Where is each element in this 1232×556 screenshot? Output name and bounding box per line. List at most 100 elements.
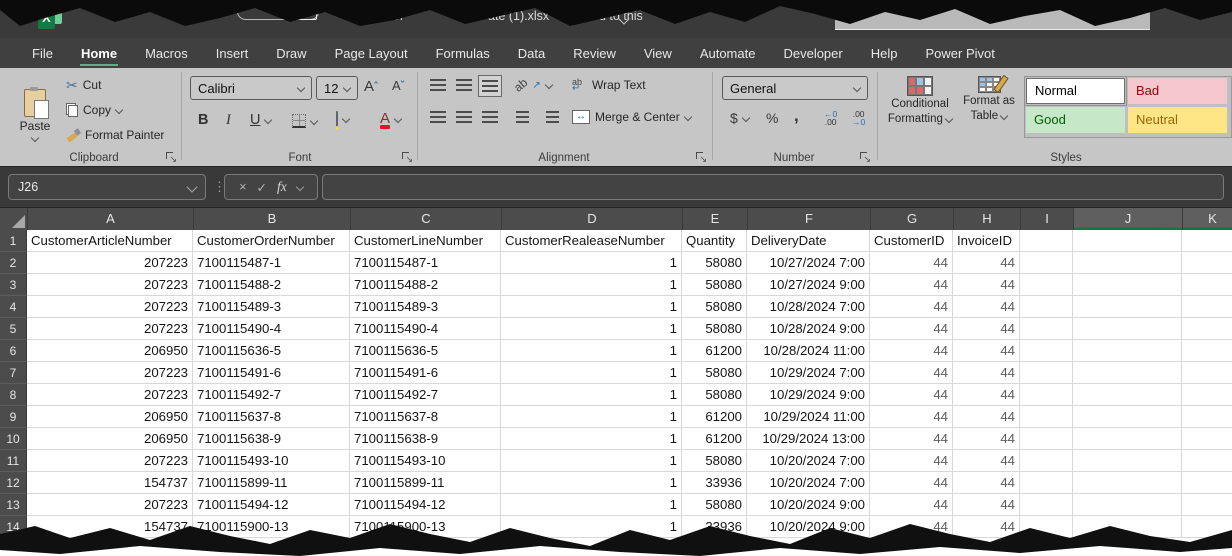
cell-D10[interactable]: 1 [501, 428, 682, 450]
cell-K11[interactable] [1182, 450, 1232, 472]
cell-K8[interactable] [1182, 384, 1232, 406]
middle-align-button[interactable] [452, 74, 476, 96]
cell-K13[interactable] [1182, 494, 1232, 516]
cell-F7[interactable]: 10/29/2024 7:00 [747, 362, 870, 384]
cell-C1[interactable]: CustomerLineNumber [350, 230, 501, 252]
column-header-G[interactable]: G [871, 208, 954, 230]
copy-button[interactable]: Copy [66, 103, 122, 117]
align-center-button[interactable] [452, 106, 476, 128]
font-size-combo[interactable]: 12 [316, 76, 358, 100]
cell-I13[interactable] [1020, 494, 1073, 516]
row-header-8[interactable]: 8 [0, 384, 27, 406]
align-left-button[interactable] [426, 106, 450, 128]
cell-I11[interactable] [1020, 450, 1073, 472]
cell-G2[interactable]: 44 [870, 252, 953, 274]
cell-K6[interactable] [1182, 340, 1232, 362]
menu-tab-draw[interactable]: Draw [262, 38, 320, 68]
cell-A6[interactable]: 206950 [27, 340, 193, 362]
font-dialog-launcher[interactable]: ↘ [402, 152, 412, 162]
cell-G5[interactable]: 44 [870, 318, 953, 340]
cell-K2[interactable] [1182, 252, 1232, 274]
cell-H10[interactable]: 44 [953, 428, 1020, 450]
cell-F13[interactable]: 10/20/2024 9:00 [747, 494, 870, 516]
cell-E3[interactable]: 58080 [682, 274, 747, 296]
menu-tab-automate[interactable]: Automate [686, 38, 770, 68]
borders-button[interactable] [292, 114, 317, 128]
bold-button[interactable]: B [198, 112, 208, 128]
cell-style-bad[interactable]: Bad [1128, 78, 1227, 104]
column-header-K[interactable]: K [1183, 208, 1232, 230]
cell-C4[interactable]: 7100115489-3 [350, 296, 501, 318]
cell-D3[interactable]: 1 [501, 274, 682, 296]
cell-C12[interactable]: 7100115899-11 [350, 472, 501, 494]
cell-D6[interactable]: 1 [501, 340, 682, 362]
cell-B4[interactable]: 7100115489-3 [193, 296, 350, 318]
number-dialog-launcher[interactable]: ↘ [860, 152, 870, 162]
percent-format-button[interactable]: % [766, 110, 778, 126]
paste-button[interactable]: Paste [12, 74, 58, 156]
clipboard-dialog-launcher[interactable]: ↘ [166, 152, 176, 162]
cell-C6[interactable]: 7100115636-5 [350, 340, 501, 362]
cell-F11[interactable]: 10/20/2024 7:00 [747, 450, 870, 472]
cell-C3[interactable]: 7100115488-2 [350, 274, 501, 296]
cell-J2[interactable] [1073, 252, 1182, 274]
cell-J13[interactable] [1073, 494, 1182, 516]
cell-A13[interactable]: 207223 [27, 494, 193, 516]
cell-E13[interactable]: 58080 [682, 494, 747, 516]
cell-E6[interactable]: 61200 [682, 340, 747, 362]
cell-A9[interactable]: 206950 [27, 406, 193, 428]
alignment-dialog-launcher[interactable]: ↘ [696, 152, 706, 162]
cell-E5[interactable]: 58080 [682, 318, 747, 340]
cut-button[interactable]: ✂ Cut [66, 78, 101, 92]
cell-H7[interactable]: 44 [953, 362, 1020, 384]
cell-G8[interactable]: 44 [870, 384, 953, 406]
cell-E8[interactable]: 58080 [682, 384, 747, 406]
cell-H1[interactable]: InvoiceID [953, 230, 1020, 252]
row-header-13[interactable]: 13 [0, 494, 27, 516]
cell-J12[interactable] [1073, 472, 1182, 494]
underline-button[interactable]: U [250, 112, 271, 128]
cell-K9[interactable] [1182, 406, 1232, 428]
cell-H8[interactable]: 44 [953, 384, 1020, 406]
menu-tab-formulas[interactable]: Formulas [422, 38, 504, 68]
cell-K5[interactable] [1182, 318, 1232, 340]
row-header-5[interactable]: 5 [0, 318, 27, 340]
cell-K12[interactable] [1182, 472, 1232, 494]
cell-A1[interactable]: CustomerArticleNumber [27, 230, 193, 252]
cell-C8[interactable]: 7100115492-7 [350, 384, 501, 406]
cell-G7[interactable]: 44 [870, 362, 953, 384]
cancel-entry-icon[interactable]: × [239, 180, 246, 194]
cell-F9[interactable]: 10/29/2024 11:00 [747, 406, 870, 428]
insert-function-icon[interactable]: fx [277, 179, 287, 195]
column-header-D[interactable]: D [502, 208, 683, 230]
cell-F12[interactable]: 10/20/2024 7:00 [747, 472, 870, 494]
cell-I3[interactable] [1020, 274, 1073, 296]
row-header-9[interactable]: 9 [0, 406, 27, 428]
cell-E2[interactable]: 58080 [682, 252, 747, 274]
cell-B9[interactable]: 7100115637-8 [193, 406, 350, 428]
cell-I5[interactable] [1020, 318, 1073, 340]
cell-D8[interactable]: 1 [501, 384, 682, 406]
cell-F6[interactable]: 10/28/2024 11:00 [747, 340, 870, 362]
row-header-11[interactable]: 11 [0, 450, 27, 472]
row-header-2[interactable]: 2 [0, 252, 27, 274]
cell-H12[interactable]: 44 [953, 472, 1020, 494]
wrap-text-button[interactable]: ab↵ Wrap Text [572, 78, 646, 92]
cell-B5[interactable]: 7100115490-4 [193, 318, 350, 340]
cell-G3[interactable]: 44 [870, 274, 953, 296]
cell-I2[interactable] [1020, 252, 1073, 274]
comma-format-button[interactable]: , [794, 106, 799, 126]
cell-F2[interactable]: 10/27/2024 7:00 [747, 252, 870, 274]
fill-color-button[interactable] [336, 112, 349, 126]
cell-K4[interactable] [1182, 296, 1232, 318]
cell-G1[interactable]: CustomerID [870, 230, 953, 252]
cell-D4[interactable]: 1 [501, 296, 682, 318]
cell-A11[interactable]: 207223 [27, 450, 193, 472]
cell-J7[interactable] [1073, 362, 1182, 384]
orientation-button[interactable]: ab ↗ [514, 78, 552, 92]
cell-B2[interactable]: 7100115487-1 [193, 252, 350, 274]
cell-I9[interactable] [1020, 406, 1073, 428]
increase-font-button[interactable]: Aˆ [364, 78, 378, 95]
number-format-combo[interactable]: General [722, 76, 868, 100]
cell-B8[interactable]: 7100115492-7 [193, 384, 350, 406]
